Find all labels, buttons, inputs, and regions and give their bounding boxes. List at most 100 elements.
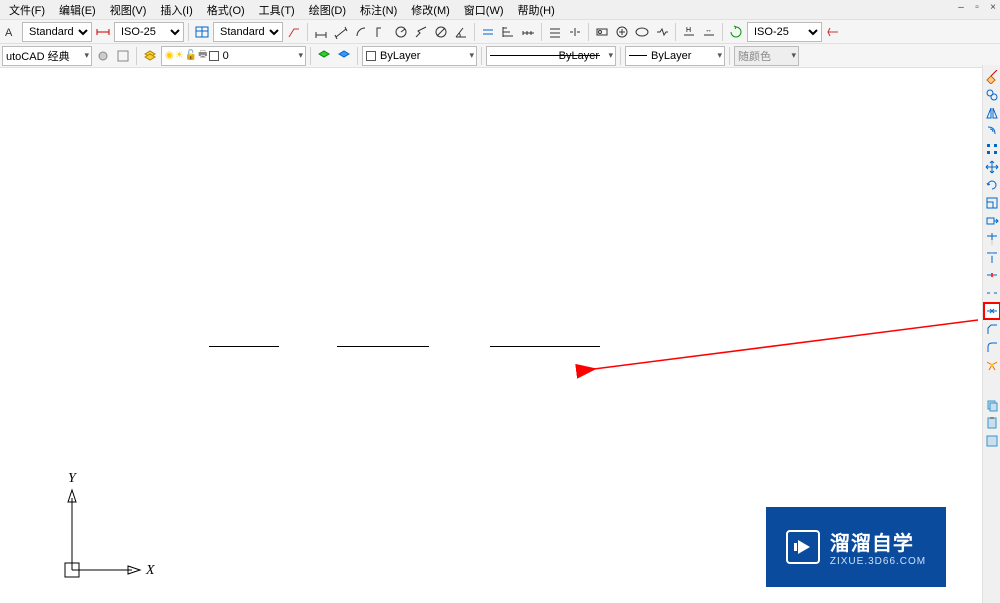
break-at-icon[interactable] (984, 267, 1000, 283)
chamfer-icon[interactable] (984, 321, 1000, 337)
drawn-line-3 (490, 346, 600, 347)
linetype-name-label: ByLayer (559, 50, 599, 62)
copy-clip-icon[interactable] (984, 397, 1000, 413)
menu-format[interactable]: 格式(O) (200, 0, 252, 20)
join-icon[interactable] (984, 303, 1000, 319)
dim-style-manager-icon[interactable] (824, 23, 842, 41)
workspace-select[interactable]: utoCAD 经典▾ (2, 46, 92, 66)
dim-space-icon[interactable] (546, 23, 564, 41)
linetype-select[interactable]: ByLayer ▾ (486, 46, 616, 66)
color-select[interactable]: ByLayer ▾ (362, 46, 477, 66)
sun-icon: ☀ (175, 50, 184, 61)
center-mark-icon[interactable] (613, 23, 631, 41)
layer-status-icons: ◉ ☀ 🔓 🖶 (165, 47, 223, 64)
fillet-icon[interactable] (984, 339, 1000, 355)
table-style-select[interactable]: Standard (213, 22, 283, 42)
color-name-label: ByLayer (380, 50, 420, 62)
dim-linear-icon[interactable] (312, 23, 330, 41)
svg-text:A: A (5, 27, 13, 39)
plotstyle-select[interactable]: 随颜色 ▾ (734, 46, 799, 66)
dim-update-icon[interactable] (727, 23, 745, 41)
dim-aligned-icon[interactable] (332, 23, 350, 41)
lineweight-name-label: ByLayer (651, 50, 691, 62)
ucs-y-label: Y (68, 471, 78, 486)
menu-window[interactable]: 窗口(W) (457, 0, 511, 20)
tolerance-icon[interactable] (593, 23, 611, 41)
dim-baseline-icon[interactable] (499, 23, 517, 41)
dim-edit-icon[interactable]: H (680, 23, 698, 41)
copy-icon[interactable] (984, 87, 1000, 103)
watermark: 溜溜自学 ZIXUE.3D66.COM (766, 507, 946, 587)
menu-modify[interactable]: 修改(M) (404, 0, 457, 20)
plotstyle-label: 随颜色 (738, 48, 771, 64)
menu-help[interactable]: 帮助(H) (511, 0, 562, 20)
dim-ordinate-icon[interactable] (372, 23, 390, 41)
dim-style-select[interactable]: ISO-25 (114, 22, 184, 42)
menu-edit[interactable]: 编辑(E) (52, 0, 103, 20)
lineweight-select[interactable]: ByLayer ▾ (625, 46, 725, 66)
svg-text:H: H (686, 27, 691, 34)
restore-icon[interactable]: ▫ (972, 2, 982, 12)
layer-states-icon[interactable] (335, 47, 353, 65)
watermark-title: 溜溜自学 (830, 527, 914, 556)
explode-icon[interactable] (984, 357, 1000, 373)
dim-continue-icon[interactable] (519, 23, 537, 41)
layer-color-swatch (209, 51, 219, 61)
drawn-line-1 (209, 346, 279, 347)
play-icon (786, 530, 820, 564)
match-prop-icon[interactable] (984, 433, 1000, 449)
mleader-style-icon[interactable] (285, 23, 303, 41)
minimize-icon[interactable]: – (956, 2, 966, 12)
mirror-icon[interactable] (984, 105, 1000, 121)
erase-icon[interactable] (984, 69, 1000, 85)
extend-icon[interactable] (984, 249, 1000, 265)
svg-text:↔: ↔ (705, 27, 712, 34)
plot-icon: 🖶 (198, 47, 207, 64)
text-style-icon[interactable]: A (2, 23, 20, 41)
rotate-icon[interactable] (984, 177, 1000, 193)
table-style-icon[interactable] (193, 23, 211, 41)
layer-manager-icon[interactable] (141, 47, 159, 65)
menu-tools[interactable]: 工具(T) (252, 0, 302, 20)
menu-dimension[interactable]: 标注(N) (353, 0, 404, 20)
text-style-select[interactable]: Standard (22, 22, 92, 42)
dim-style-icon[interactable] (94, 23, 112, 41)
drawing-canvas[interactable]: Y X 溜溜自学 ZIX (0, 68, 1000, 603)
scale-icon[interactable] (984, 195, 1000, 211)
layer-prev-icon[interactable] (315, 47, 333, 65)
stretch-icon[interactable] (984, 213, 1000, 229)
jog-line-icon[interactable] (653, 23, 671, 41)
move-icon[interactable] (984, 159, 1000, 175)
layer-name-label: 0 (223, 50, 229, 62)
layer-select[interactable]: ◉ ☀ 🔓 🖶 0 ▾ (161, 46, 306, 66)
menu-file[interactable]: 文件(F) (2, 0, 52, 20)
break-icon[interactable] (984, 285, 1000, 301)
inspect-icon[interactable] (633, 23, 651, 41)
dim-angular-icon[interactable] (452, 23, 470, 41)
dim-style2-select[interactable]: ISO-25 (747, 22, 822, 42)
color-swatch (366, 51, 376, 61)
dim-jogged-icon[interactable] (412, 23, 430, 41)
array-icon[interactable] (984, 141, 1000, 157)
toolbar-properties: utoCAD 经典▾ ◉ ☀ 🔓 🖶 0 ▾ ByLayer ▾ (0, 44, 1000, 68)
dim-radius-icon[interactable] (392, 23, 410, 41)
close-icon[interactable]: × (988, 2, 998, 12)
dim-quick-icon[interactable] (479, 23, 497, 41)
menu-view[interactable]: 视图(V) (103, 0, 154, 20)
menu-draw[interactable]: 绘图(D) (302, 0, 353, 20)
trim-icon[interactable] (984, 231, 1000, 247)
paste-clip-icon[interactable] (984, 415, 1000, 431)
dim-diameter-icon[interactable] (432, 23, 450, 41)
lineweight-preview (629, 55, 647, 56)
dim-tedit-icon[interactable]: ↔ (700, 23, 718, 41)
offset-icon[interactable] (984, 123, 1000, 139)
dim-arc-icon[interactable] (352, 23, 370, 41)
workspace-settings-icon[interactable] (94, 47, 112, 65)
menu-insert[interactable]: 插入(I) (153, 0, 199, 20)
ucs-x-label: X (145, 563, 155, 578)
toolbar-styles: A Standard ISO-25 Standard H ↔ (0, 20, 1000, 44)
modify-toolbar (982, 65, 1000, 603)
ws-dropdown-icon[interactable] (114, 47, 132, 65)
dim-break-icon[interactable] (566, 23, 584, 41)
watermark-url: ZIXUE.3D66.COM (830, 556, 926, 567)
